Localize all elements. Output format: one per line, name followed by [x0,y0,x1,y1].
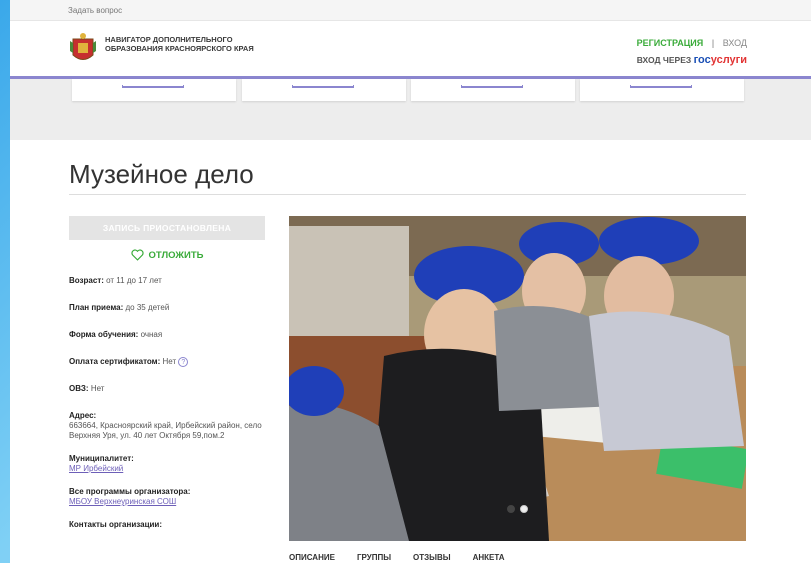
logo-text[interactable]: НАВИГАТОР ДОПОЛНИТЕЛЬНОГО ОБРАЗОВАНИЯ КР… [105,35,275,53]
enrollment-suspended-button[interactable]: ЗАПИСЬ ПРИОСТАНОВЛЕНА [69,216,265,240]
tab-description[interactable]: ОПИСАНИЕ [289,553,335,562]
postpone-button[interactable]: ОТЛОЖИТЬ [69,249,265,261]
address-label: Адрес: [69,411,97,421]
title-divider [69,194,746,195]
municipality-link[interactable]: МР Ирбейский [69,464,123,473]
gosuslugi-login-link[interactable]: ВХОД ЧЕРЕЗ госуслуги [637,54,747,66]
register-link[interactable]: РЕГИСТРАЦИЯ [637,38,704,48]
tab-groups[interactable]: ГРУППЫ [357,553,391,562]
card-button[interactable] [630,85,692,88]
contacts-label: Контакты организации: [69,520,162,530]
login-link[interactable]: ВХОД [723,38,747,48]
plan-field: План приема: до 35 детей [69,303,265,313]
card-button[interactable] [461,85,523,88]
program-tabs: ОПИСАНИЕ ГРУППЫ ОТЗЫВЫ АНКЕТА [289,553,505,562]
age-value: от 11 до 17 лет [106,276,162,285]
auth-separator: | [711,38,715,48]
tab-reviews[interactable]: ОТЗЫВЫ [413,553,451,562]
program-photo-illustration [289,216,746,541]
certificate-payment-label: Оплата сертификатом: [69,357,161,367]
plan-value: до 35 детей [125,303,170,312]
cards-band [10,79,811,140]
topbar: Задать вопрос [10,0,811,21]
card-button[interactable] [122,85,184,88]
program-photo[interactable] [289,216,746,541]
page: Задать вопрос НАВИГАТОР ДОПОЛНИТЕЛЬНОГО … [10,0,811,563]
age-label: Возраст: [69,276,104,285]
organizer-programs-field: Все программы организатора: МБОУ Верхнеу… [69,487,265,507]
login-via-label: ВХОД ЧЕРЕЗ [636,55,692,65]
slider-dot[interactable] [507,505,515,513]
plan-label: План приема: [69,303,124,312]
slider-dot[interactable] [520,505,528,513]
municipality-label: Муниципалитет: [69,454,134,464]
ovz-field: ОВЗ: Нет [69,384,265,394]
krasnoyarsk-emblem-icon[interactable] [69,31,97,65]
certificate-payment-field: Оплата сертификатом: Нет ? [69,357,265,367]
menu-card[interactable] [411,79,575,101]
program-info-sidebar: ЗАПИСЬ ПРИОСТАНОВЛЕНА ОТЛОЖИТЬ Возраст: … [69,216,265,530]
organizer-link[interactable]: МБОУ Верхнеуринская СОШ [69,497,176,506]
menu-card[interactable] [242,79,406,101]
auth-block: РЕГИСТРАЦИЯ | ВХОД ВХОД ЧЕРЕЗ госуслуги [637,38,747,66]
postpone-label: ОТЛОЖИТЬ [148,249,204,261]
gosuslugi-logo-part1: гос [693,54,711,66]
form-value: очная [140,330,163,339]
address-value: 663664, Красноярский край, Ирбейский рай… [69,421,262,441]
municipality-field: Муниципалитет: МР Ирбейский [69,454,265,474]
card-button[interactable] [292,85,354,88]
help-icon[interactable]: ? [178,357,189,367]
form-label: Форма обучения: [69,330,139,339]
menu-card[interactable] [72,79,236,101]
form-field: Форма обучения: очная [69,330,265,340]
ovz-value: Нет [90,384,105,394]
tab-questionnaire[interactable]: АНКЕТА [473,553,505,562]
age-field: Возраст: от 11 до 17 лет [69,276,265,286]
certificate-payment-value: Нет [162,357,177,367]
menu-card[interactable] [580,79,744,101]
slider-dots [507,505,528,513]
header: НАВИГАТОР ДОПОЛНИТЕЛЬНОГО ОБРАЗОВАНИЯ КР… [10,21,811,79]
organizer-programs-label: Все программы организатора: [69,487,191,497]
page-title: Музейное дело [69,159,254,189]
contacts-field: Контакты организации: [69,520,265,530]
gosuslugi-logo-part2: услуги [710,54,747,66]
address-field: Адрес: 663664, Красноярский край, Ирбейс… [69,411,265,441]
heart-icon [130,249,144,261]
ask-question-link[interactable]: Задать вопрос [68,6,122,15]
ovz-label: ОВЗ: [69,384,89,394]
